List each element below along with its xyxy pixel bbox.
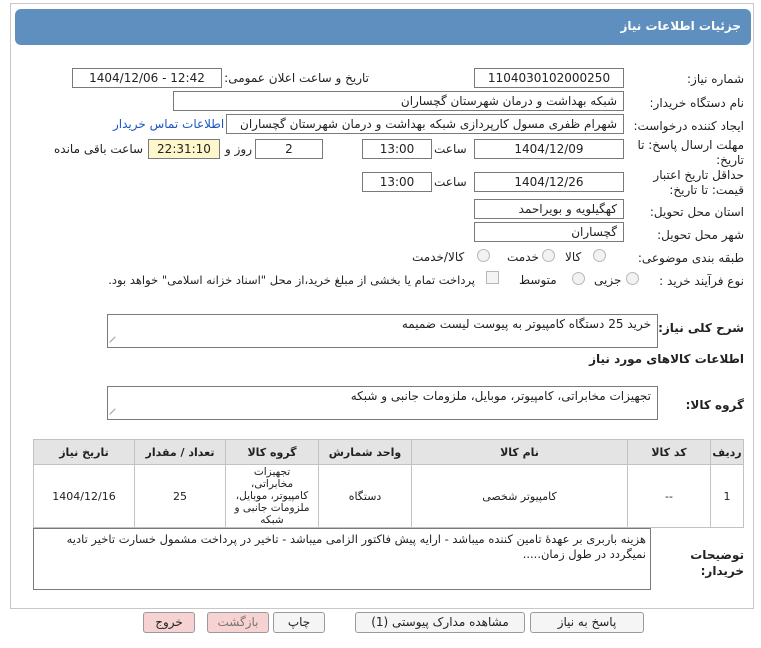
remaining-time-field: 22:31:10: [148, 139, 220, 159]
items-table: ردیف کد کالا نام کالا واحد شمارش گروه کا…: [33, 439, 744, 528]
cell-group-line: ملزومات جانبی و: [234, 502, 310, 514]
cell-row: 1: [710, 464, 744, 528]
cell-unit: دستگاه: [318, 464, 412, 528]
goods-group-text: تجهیزات مخابراتی، کامپیوتر، موبایل، ملزو…: [350, 389, 651, 403]
treasury-payment-note: پرداخت تمام یا بخشی از مبلغ خرید،از محل …: [108, 273, 475, 287]
reply-deadline-label: مهلت ارسال پاسخ: تا: [637, 138, 744, 152]
description-text: خرید 25 دستگاه کامپیوتر به پیوست لیست ضم…: [401, 317, 651, 331]
col-header-group: گروه کالا: [225, 439, 319, 465]
process-type-label: نوع فرآیند خرید :: [659, 274, 744, 288]
page-title: جزئیات اطلاعات نیاز: [620, 19, 741, 33]
need-number-field: 1104030102000250: [474, 68, 624, 88]
need-number-label: شماره نیاز:: [687, 72, 744, 86]
process-minor-label: جزیی: [594, 273, 622, 287]
buyer-org-field: شبکه بهداشت و درمان شهرستان گچساران: [173, 91, 624, 111]
process-medium-radio[interactable]: [572, 272, 585, 285]
category-goods-label: کالا: [565, 250, 582, 264]
buyer-contact-link[interactable]: اطلاعات تماس خریدار: [113, 117, 224, 131]
table-row: 1 -- کامپیوتر شخصی دستگاه تجهیزات مخابرا…: [33, 464, 744, 528]
buyer-notes-line-1: هزینه باربری بر عهدۀ تامین کننده میباشد …: [66, 532, 646, 546]
category-service-radio[interactable]: [542, 249, 555, 262]
cell-group-line: شبکه: [260, 514, 284, 526]
goods-group-label: گروه کالا:: [685, 398, 744, 412]
col-header-date: تاریخ نیاز: [33, 439, 135, 465]
creator-label: ایجاد کننده درخواست:: [633, 119, 744, 133]
cell-group: تجهیزات مخابراتی، کامپیوتر، موبایل، ملزو…: [225, 464, 319, 528]
announce-date-field: 1404/12/06 - 12:42: [72, 68, 222, 88]
category-goods-radio[interactable]: [593, 249, 606, 262]
buyer-org-label: نام دستگاه خریدار:: [649, 96, 745, 110]
cell-group-line: تجهیزات: [253, 466, 291, 478]
days-label: روز و: [225, 142, 252, 156]
buyer-notes-label-2: خریدار:: [700, 564, 744, 578]
reply-deadline-label-2: تاریخ:: [716, 153, 744, 167]
cell-date: 1404/12/16: [33, 464, 135, 528]
cell-code: --: [627, 464, 711, 528]
validity-time-field: 13:00: [362, 172, 432, 192]
cell-name: کامپیوتر شخصی: [411, 464, 628, 528]
view-attachments-button[interactable]: مشاهده مدارک پیوستی (1): [355, 612, 525, 633]
cell-group-line: کامپیوتر، موبایل،: [235, 490, 309, 502]
city-label: شهر محل تحویل:: [657, 228, 744, 242]
process-medium-label: متوسط: [519, 273, 557, 287]
reply-time-label: ساعت: [434, 142, 467, 156]
goods-section-title: اطلاعات کالاهای مورد نیاز: [589, 352, 744, 366]
print-button[interactable]: چاپ: [273, 612, 325, 633]
col-header-code: کد کالا: [627, 439, 711, 465]
items-table-container: ردیف کد کالا نام کالا واحد شمارش گروه کا…: [33, 439, 744, 528]
validity-time-label: ساعت: [434, 175, 467, 189]
province-field: کهگیلویه و بویراحمد: [474, 199, 624, 219]
reply-time-field: 13:00: [362, 139, 432, 159]
category-label: طبقه بندی موضوعی:: [637, 251, 744, 265]
province-label: استان محل تحویل:: [649, 205, 744, 219]
reply-date-field: 1404/12/09: [474, 139, 624, 159]
col-header-row: ردیف: [710, 439, 744, 465]
category-goods-service-radio[interactable]: [477, 249, 490, 262]
cell-qty: 25: [134, 464, 226, 528]
category-service-label: خدمت: [507, 250, 539, 264]
col-header-name: نام کالا: [411, 439, 628, 465]
announce-date-label: تاریخ و ساعت اعلان عمومی:: [224, 71, 369, 85]
back-button[interactable]: بازگشت: [207, 612, 269, 633]
col-header-unit: واحد شمارش: [318, 439, 412, 465]
exit-button[interactable]: خروج: [143, 612, 195, 633]
reply-button[interactable]: پاسخ به نیاز: [530, 612, 644, 633]
description-label: شرح کلی نیاز:: [658, 321, 744, 335]
creator-field: شهرام ظفری مسول کارپردازی شبکه بهداشت و …: [226, 114, 624, 134]
col-header-qty: تعداد / مقدار: [134, 439, 226, 465]
process-minor-radio[interactable]: [626, 272, 639, 285]
category-goods-service-label: کالا/خدمت: [412, 250, 465, 264]
cell-group-line: مخابراتی،: [250, 478, 294, 490]
days-remaining-field: 2: [255, 139, 323, 159]
city-field: گچساران: [474, 222, 624, 242]
remaining-time-label: ساعت باقی مانده: [54, 142, 144, 156]
validity-date-field: 1404/12/26: [474, 172, 624, 192]
buyer-notes-label: توضیحات: [690, 548, 744, 562]
price-validity-label: حداقل تاریخ اعتبار: [653, 168, 744, 182]
buyer-notes-line-2: نمیگردد در طول زمان.....: [522, 547, 646, 561]
treasury-payment-checkbox[interactable]: [486, 271, 499, 284]
price-validity-label-2: قیمت: تا تاریخ:: [669, 183, 744, 197]
